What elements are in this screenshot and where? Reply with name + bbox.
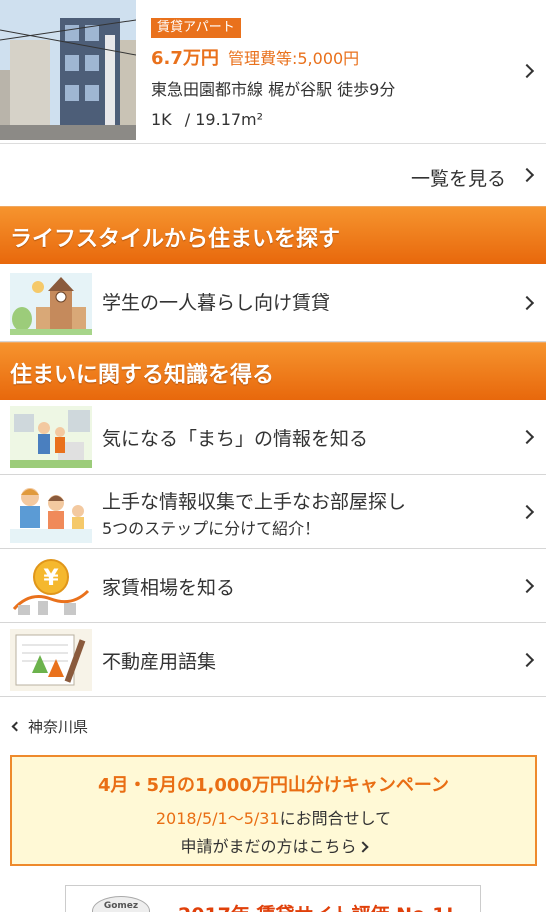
section-title-knowledge: 住まいに関する知識を得る (0, 342, 546, 400)
clock-tower-icon (10, 273, 92, 335)
floor-area: / 19.17m² (184, 110, 264, 129)
glossary-book-icon (10, 629, 92, 691)
property-type-badge: 賃貸アパート (151, 18, 241, 38)
menu-item-sublabel: 5つのステップに分けて紹介！ (102, 519, 321, 538)
nearest-station: 東急田園都市線 梶が谷駅 徒歩9分 (151, 80, 396, 99)
chevron-right-icon (519, 504, 535, 520)
award-banner[interactable]: Gomez 2017年 賃貸サイト評価 No.1! (65, 885, 481, 912)
town-family-icon (10, 406, 92, 468)
campaign-banner[interactable]: 4月・5月の1,000万円山分けキャンペーン 2018/5/1～5/31にお問合… (10, 755, 537, 866)
svg-text:¥: ¥ (43, 566, 59, 591)
chevron-right-icon (519, 63, 535, 79)
layout-area: 1K / 19.17m² (151, 110, 395, 129)
chevron-right-icon (519, 652, 535, 668)
menu-item-label: 上手な情報収集で上手なお部屋探し (102, 491, 407, 513)
menu-item-label: 気になる「まち」の情報を知る (102, 428, 369, 450)
room-layout: 1K (151, 110, 172, 129)
menu-item-student-rental[interactable]: 学生の一人暮らし向け賃貸 (0, 264, 546, 342)
family-icon (10, 481, 92, 543)
chevron-right-icon (519, 578, 535, 594)
campaign-period: 2018/5/1～5/31にお問合せして (12, 805, 535, 829)
menu-item-label: 不動産用語集 (102, 651, 217, 673)
chevron-right-icon (519, 167, 535, 183)
chevron-left-icon (11, 721, 22, 732)
menu-item-glossary[interactable]: 不動産用語集 (0, 623, 546, 697)
menu-item-label: 学生の一人暮らし向け賃貸 (102, 292, 331, 314)
award-text: 2017年 賃貸サイト評価 No.1! (178, 900, 454, 912)
menu-item-town-info[interactable]: 気になる「まち」の情報を知る (0, 400, 546, 475)
view-list-link[interactable]: 一覧を見る (0, 144, 546, 206)
breadcrumb[interactable]: 神奈川県 (10, 716, 88, 737)
chevron-right-icon (519, 429, 535, 445)
section-title-lifestyle: ライフスタイルから住まいを探す (0, 206, 546, 264)
menu-item-label: 家賃相場を知る (102, 577, 236, 599)
campaign-title: 4月・5月の1,000万円山分けキャンペーン (97, 775, 450, 796)
gomez-logo: Gomez (92, 896, 150, 912)
campaign-apply-label: 申請がまだの方はこちら (180, 837, 357, 856)
property-photo (0, 0, 136, 140)
breadcrumb-prefecture: 神奈川県 (28, 718, 89, 736)
menu-item-rent-market[interactable]: ¥ 家賃相場を知る (0, 549, 546, 623)
chevron-right-icon (356, 841, 369, 853)
rent-price: 6.7万円 (151, 48, 219, 69)
management-fee: 管理費等:5,000円 (227, 49, 360, 68)
chevron-right-icon (519, 295, 535, 311)
property-card[interactable]: 賃貸アパート 6.7万円 管理費等:5,000円 東急田園都市線 梶が谷駅 徒歩… (0, 0, 546, 144)
campaign-apply-link[interactable]: 申請がまだの方はこちら (12, 833, 535, 857)
menu-item-search-steps[interactable]: 上手な情報収集で上手なお部屋探し 5つのステップに分けて紹介！ (0, 475, 546, 549)
campaign-date-suffix: にお問合せして (279, 809, 392, 828)
campaign-date: 2018/5/1～5/31 (155, 809, 280, 828)
yen-coin-icon: ¥ (10, 555, 92, 617)
view-list-label: 一覧を見る (410, 168, 506, 190)
